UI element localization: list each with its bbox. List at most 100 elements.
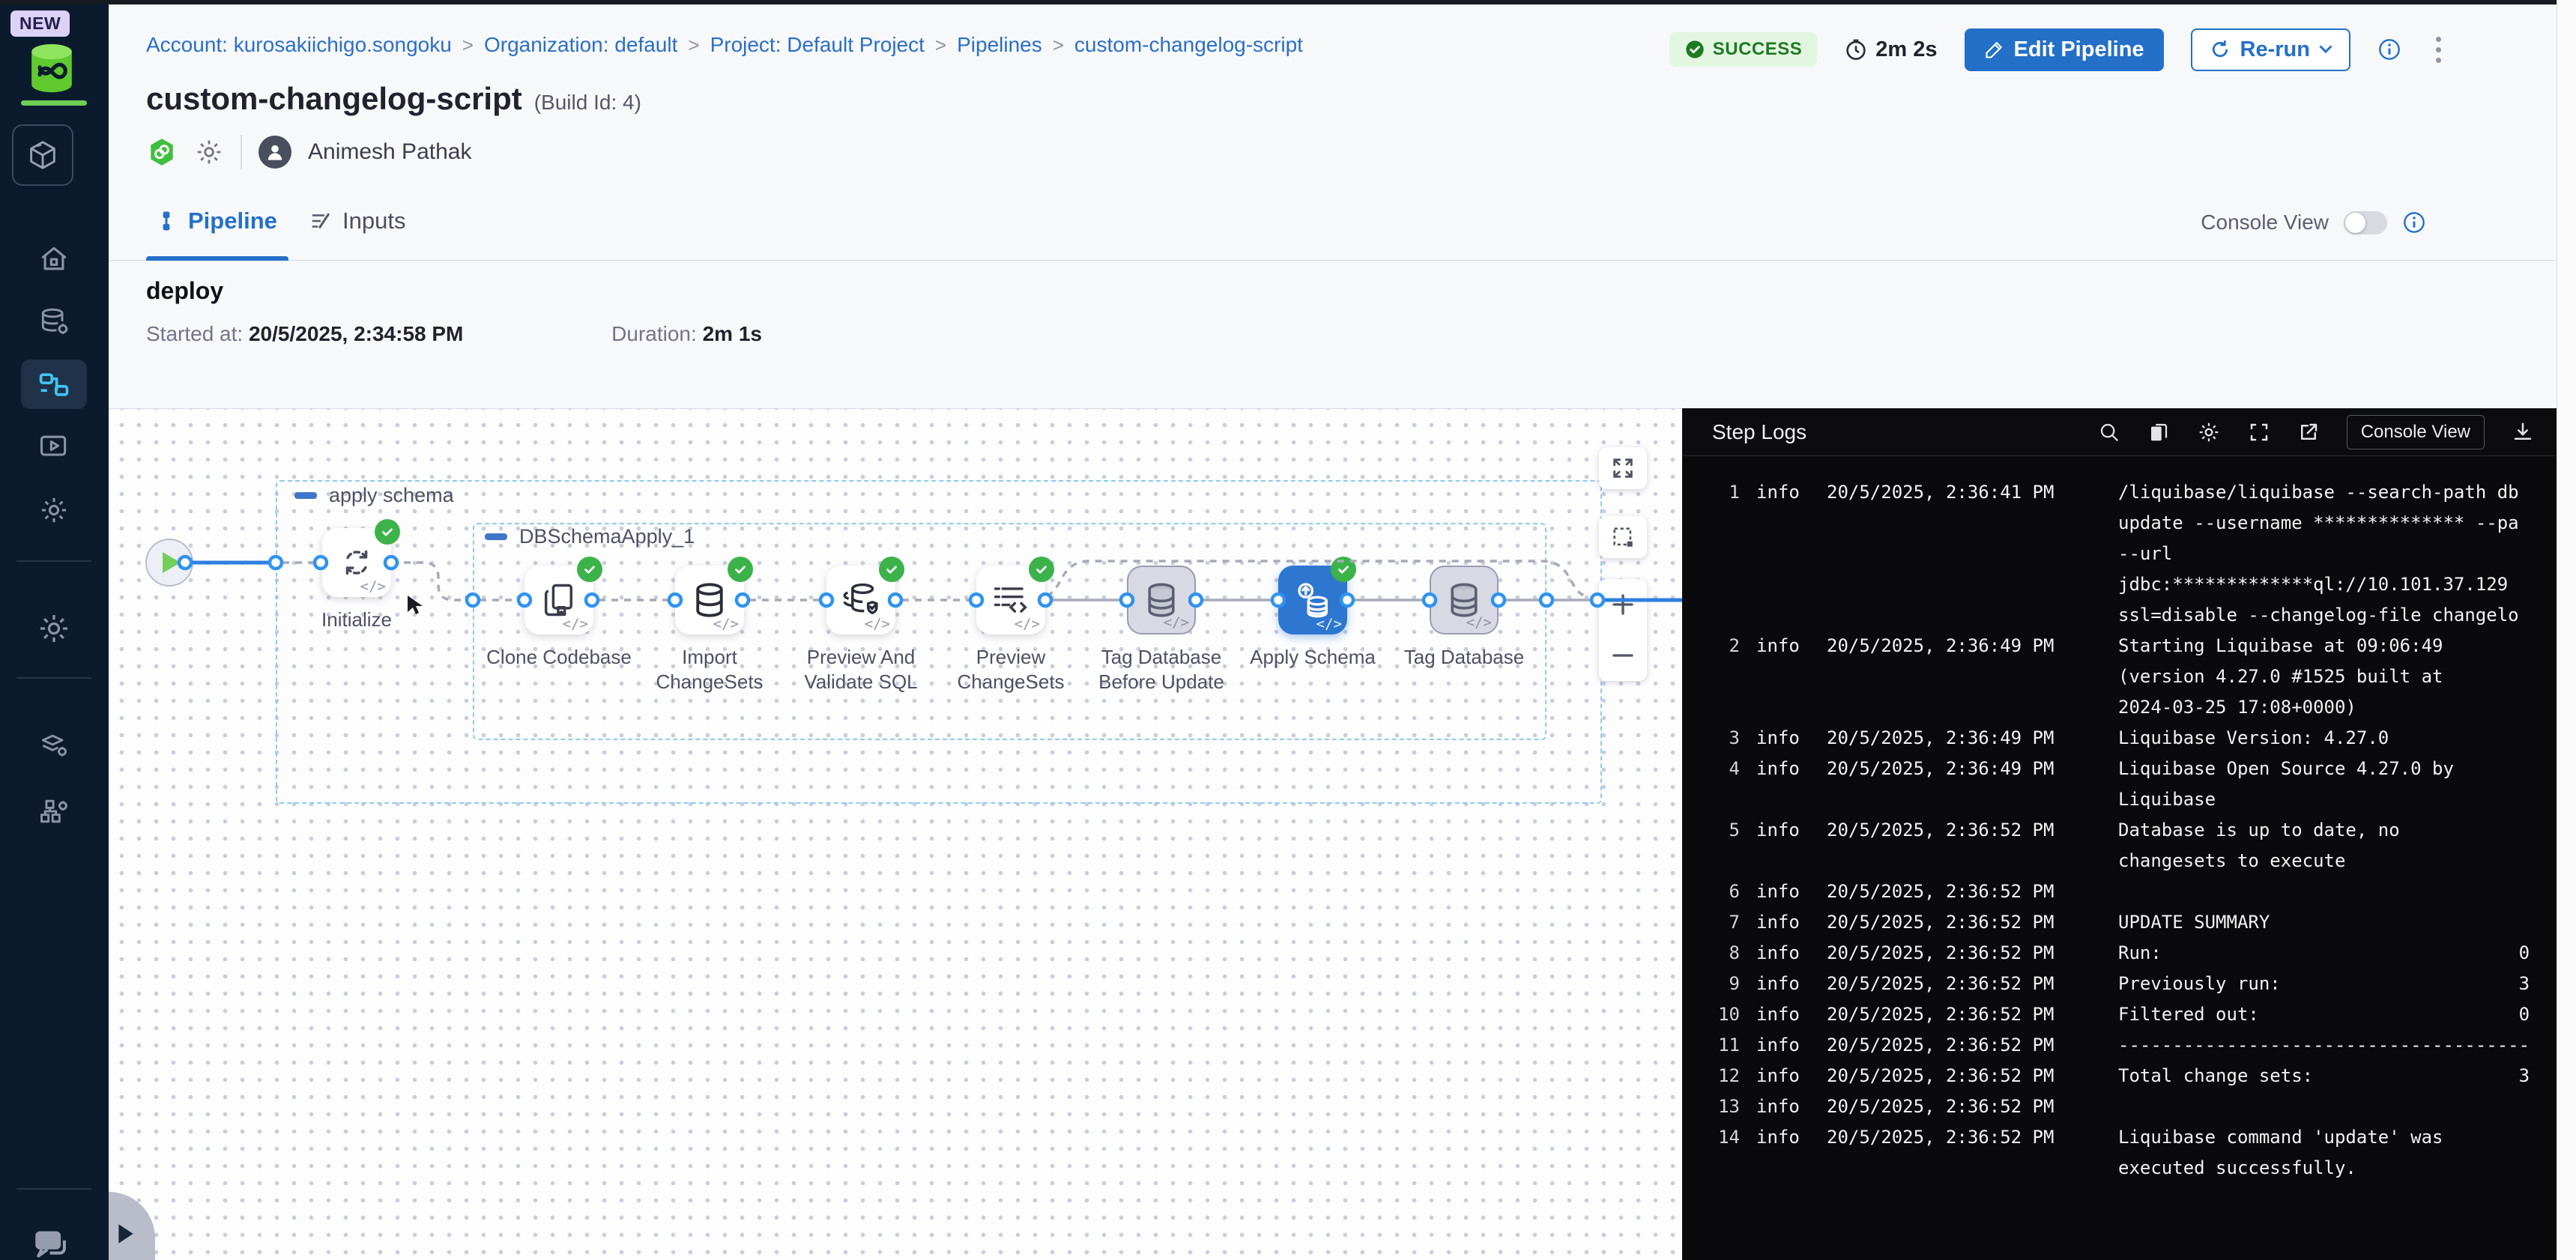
log-timestamp: 20/5/2025, 2:36:52 PM <box>1827 999 2102 1030</box>
info-icon[interactable] <box>2402 210 2426 234</box>
breadcrumb-separator: > <box>462 34 474 57</box>
template-code-chip: </> <box>1466 614 1492 631</box>
log-timestamp: 20/5/2025, 2:36:52 PM <box>1827 938 2102 969</box>
log-timestamp: 20/5/2025, 2:36:52 PM <box>1827 1091 2102 1122</box>
sidebar-item-executions[interactable] <box>21 422 87 471</box>
canvas-marquee-select-button[interactable] <box>1599 516 1647 558</box>
status-badge: SUCCESS <box>1669 32 1818 67</box>
stage-name: deploy <box>146 277 223 305</box>
step-node-import-changesets[interactable]: </> <box>675 566 744 634</box>
download-icon[interactable] <box>2512 421 2534 443</box>
open-in-new-icon[interactable] <box>2297 421 2320 443</box>
left-panel-expander[interactable] <box>109 1192 155 1260</box>
log-level: info <box>1756 969 1810 999</box>
log-message: Liquibase Version: 4.27.0 <box>2118 723 2576 754</box>
info-icon[interactable] <box>2377 37 2401 61</box>
breadcrumb-separator: > <box>935 34 946 57</box>
console-view-button[interactable]: Console View <box>2347 415 2485 449</box>
log-timestamp: 20/5/2025, 2:36:41 PM <box>1827 477 2102 631</box>
log-line-number: 11 <box>1701 1030 1740 1061</box>
log-line-number: 9 <box>1701 969 1740 999</box>
sidebar-item-org-resources[interactable] <box>21 787 87 836</box>
tab-pipeline[interactable]: Pipeline <box>155 208 277 234</box>
codebase-badge-icon[interactable] <box>146 136 178 168</box>
start-node <box>146 539 193 586</box>
search-icon[interactable] <box>2098 421 2120 443</box>
breadcrumb-link[interactable]: Organization: default <box>484 33 677 57</box>
console-view-toggle[interactable] <box>2344 211 2387 234</box>
start-play-icon <box>163 552 181 573</box>
log-line: 1info20/5/2025, 2:36:41 PM/liquibase/liq… <box>1682 477 2576 631</box>
log-level: info <box>1756 907 1810 938</box>
step-node-initialize[interactable]: </> <box>322 528 391 597</box>
breadcrumb-link[interactable]: Pipelines <box>957 33 1042 57</box>
breadcrumb-link[interactable]: Account: kurosakiichigo.songoku <box>146 33 452 57</box>
sidebar-divider <box>16 677 91 679</box>
clone-repo-icon <box>539 581 578 620</box>
pipeline-graph-canvas[interactable]: apply schema DBSchemaApply_1 </> </> <box>109 408 1682 1260</box>
sidebar-item-module-selector[interactable] <box>12 124 73 186</box>
harness-db-devops-logo-icon[interactable] <box>22 39 81 97</box>
step-node-preview-validate-sql[interactable]: </> <box>826 566 895 634</box>
log-timestamp: 20/5/2025, 2:36:52 PM <box>1827 815 2102 876</box>
edit-pipeline-button[interactable]: Edit Pipeline <box>1965 28 2164 71</box>
zoom-out-button[interactable] <box>1599 630 1647 681</box>
step-node-clone-codebase[interactable]: </> <box>524 566 593 634</box>
log-message: Database is up to date, no changesets to… <box>2118 815 2576 876</box>
copy-icon[interactable] <box>2147 421 2170 443</box>
breadcrumb-link[interactable]: Project: Default Project <box>710 33 925 57</box>
gear-icon[interactable] <box>2197 420 2221 444</box>
org-settings-icon <box>37 795 70 828</box>
collapse-minus-icon[interactable] <box>294 492 317 499</box>
tab-inputs[interactable]: Inputs <box>309 208 405 234</box>
zoom-in-button[interactable] <box>1599 579 1647 630</box>
step-node-apply-schema[interactable]: </> <box>1278 566 1347 634</box>
log-level: info <box>1756 999 1810 1030</box>
log-level: info <box>1756 1061 1810 1091</box>
sidebar-item-home[interactable] <box>21 234 87 284</box>
sidebar-item-module-settings[interactable] <box>21 485 87 535</box>
sidebar-item-project-settings[interactable] <box>21 604 87 653</box>
pencil-icon <box>1984 39 2005 60</box>
avatar[interactable] <box>258 136 291 169</box>
pipeline-settings-gear-icon[interactable] <box>194 137 224 167</box>
log-timestamp: 20/5/2025, 2:36:52 PM <box>1827 969 2102 999</box>
canvas-fullscreen-button[interactable] <box>1599 447 1647 489</box>
log-level: info <box>1756 815 1810 876</box>
log-line-number: 5 <box>1701 815 1740 876</box>
collapse-minus-icon[interactable] <box>485 533 507 540</box>
template-code-chip: </> <box>865 616 890 632</box>
console-view-control: Console View <box>2201 210 2426 234</box>
log-line-number: 10 <box>1701 999 1740 1030</box>
canvas-zoom-controls <box>1599 579 1647 681</box>
success-check-icon <box>1029 557 1054 582</box>
step-node-tag-database-before-update[interactable]: </> <box>1127 566 1196 634</box>
step-node-preview-changesets[interactable]: </> <box>976 566 1045 634</box>
log-level: info <box>1756 631 1810 723</box>
sidebar-item-db-instances[interactable] <box>21 297 87 346</box>
console-view-label: Console View <box>2201 210 2329 234</box>
help-chat-icon[interactable]: ? <box>30 1224 73 1260</box>
node-label: Initialize <box>281 608 432 632</box>
breadcrumb-link[interactable]: custom-changelog-script <box>1074 33 1303 57</box>
node-label: Clone Codebase <box>483 645 635 670</box>
sidebar-item-account-resources[interactable] <box>21 721 87 770</box>
template-code-chip: </> <box>563 616 588 632</box>
log-message: /liquibase/liquibase --search-path db up… <box>2118 477 2576 631</box>
log-message: Filtered out: 0 <box>2118 999 2576 1030</box>
stage-times: Started at: 20/5/2025, 2:34:58 PM Durati… <box>146 322 762 346</box>
page-title: custom-changelog-script(Build Id: 4) <box>146 81 641 117</box>
fullscreen-icon[interactable] <box>2248 421 2270 443</box>
page-scrollbar[interactable] <box>2557 0 2576 1260</box>
log-level: info <box>1756 723 1810 754</box>
database-icon <box>689 580 730 620</box>
log-entries[interactable]: 1info20/5/2025, 2:36:41 PM/liquibase/liq… <box>1682 456 2576 1260</box>
log-line: 12info20/5/2025, 2:36:52 PMTotal change … <box>1682 1061 2576 1091</box>
more-options-kebab-icon[interactable] <box>2428 32 2449 67</box>
log-line-number: 4 <box>1701 754 1740 815</box>
log-level: info <box>1756 938 1810 969</box>
sidebar-item-pipelines[interactable] <box>21 360 87 409</box>
page-header: Account: kurosakiichigo.songoku > Organiza… <box>109 4 2576 197</box>
rerun-button[interactable]: Re-run <box>2191 28 2350 71</box>
step-node-tag-database[interactable]: </> <box>1430 566 1499 634</box>
